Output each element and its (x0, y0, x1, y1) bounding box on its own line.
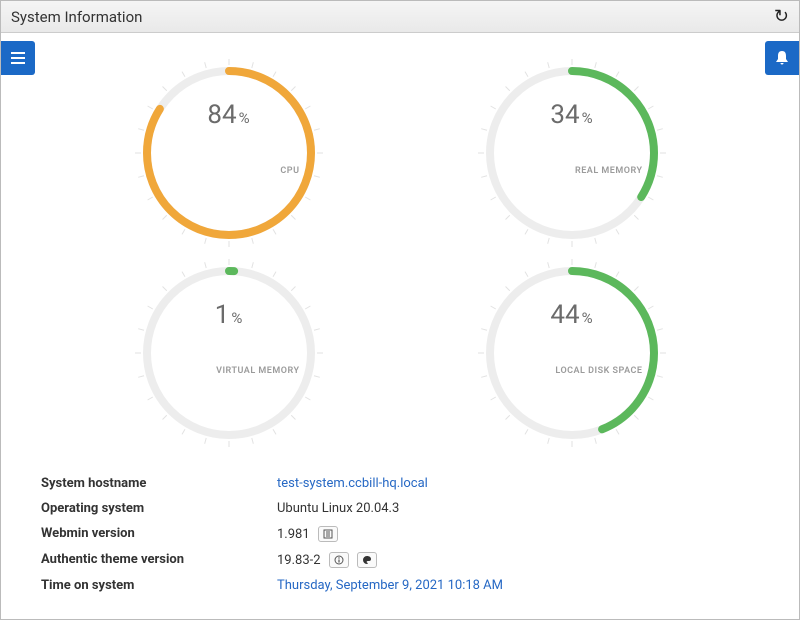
gauge-real-memory: 34% REAL MEMORY (467, 58, 677, 248)
menu-button[interactable] (1, 41, 35, 75)
palette-icon[interactable] (357, 552, 377, 568)
webmin-value: 1.981 (277, 526, 338, 542)
theme-label: Authentic theme version (37, 552, 277, 568)
webmin-label: Webmin version (37, 526, 277, 542)
hostname-label: System hostname (37, 476, 277, 491)
gauge-local-disk: 44% LOCAL DISK SPACE (467, 258, 677, 448)
changelog-icon[interactable] (318, 526, 338, 542)
gauge-cpu: 84% CPU (124, 58, 334, 248)
window: System Information ↻ 84% CPU (0, 0, 800, 620)
time-value[interactable]: Thursday, September 9, 2021 10:18 AM (277, 578, 503, 593)
row-hostname: System hostname test-system.ccbill-hq.lo… (37, 471, 763, 496)
os-value: Ubuntu Linux 20.04.3 (277, 501, 399, 516)
notifications-button[interactable] (765, 41, 799, 75)
content: 84% CPU 34% REAL MEMORY 1% VIRTUAL MEMOR… (19, 33, 781, 619)
menu-icon (9, 49, 27, 67)
titlebar: System Information ↻ (1, 1, 799, 33)
theme-value: 19.83-2 (277, 552, 377, 568)
time-label: Time on system (37, 578, 277, 593)
webmin-version-text: 1.981 (277, 527, 310, 542)
theme-version-text: 19.83-2 (277, 553, 321, 568)
row-os: Operating system Ubuntu Linux 20.04.3 (37, 496, 763, 521)
refresh-icon[interactable]: ↻ (774, 6, 789, 27)
row-theme: Authentic theme version 19.83-2 (37, 547, 763, 573)
info-icon[interactable] (329, 552, 349, 568)
os-label: Operating system (37, 501, 277, 516)
row-time: Time on system Thursday, September 9, 20… (37, 573, 763, 598)
gauges-grid: 84% CPU 34% REAL MEMORY 1% VIRTUAL MEMOR… (37, 43, 763, 463)
bell-icon (773, 49, 791, 67)
row-webmin: Webmin version 1.981 (37, 521, 763, 547)
gauge-virtual-memory: 1% VIRTUAL MEMORY (124, 258, 334, 448)
info-table: System hostname test-system.ccbill-hq.lo… (37, 471, 763, 598)
page-title: System Information (11, 8, 142, 26)
hostname-value[interactable]: test-system.ccbill-hq.local (277, 476, 428, 491)
